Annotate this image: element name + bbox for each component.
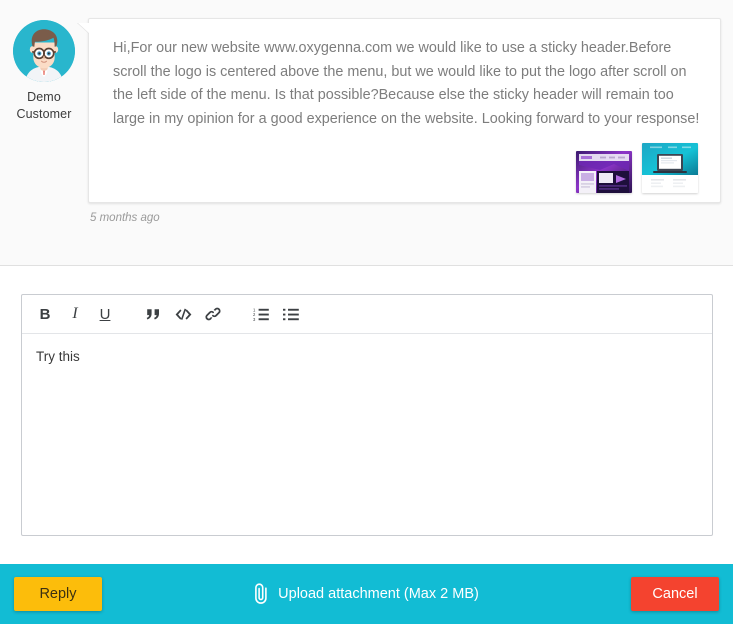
message-item: Demo Customer Hi,For our new website www…	[0, 0, 733, 224]
ordered-list-icon[interactable]: 1 2 3	[247, 300, 275, 328]
message-attachments	[113, 143, 700, 193]
person-with-glasses-avatar[interactable]	[13, 20, 75, 82]
toolbar-gap-1	[120, 314, 138, 315]
upload-attachment-label[interactable]: Upload attachment (Max 2 MB)	[278, 586, 479, 602]
reply-button[interactable]: Reply	[14, 577, 102, 611]
bold-icon[interactable]: B	[31, 300, 59, 328]
italic-icon[interactable]: I	[61, 300, 89, 328]
upload-attachment-control: Upload attachment (Max 2 MB)	[0, 583, 733, 605]
attachment-thumbnail-2[interactable]	[642, 143, 698, 193]
blockquote-icon[interactable]	[139, 300, 167, 328]
message-author: Demo Customer	[0, 0, 88, 123]
message-bubble: Hi,For our new website www.oxygenna.com …	[78, 18, 721, 203]
underline-icon[interactable]: U	[91, 300, 119, 328]
code-icon[interactable]	[169, 300, 197, 328]
paperclip-icon[interactable]	[254, 583, 269, 605]
reply-editor-area: B I U 1 2 3 Try this	[0, 267, 733, 564]
reply-compose-input[interactable]: Try this	[22, 334, 712, 535]
message-bubble-wrapper: Hi,For our new website www.oxygenna.com …	[78, 18, 721, 224]
support-ticket-reply-panel: Demo Customer Hi,For our new website www…	[0, 0, 733, 624]
bubble-pointer-icon	[78, 23, 90, 34]
author-name: Demo Customer	[16, 90, 72, 121]
conversation-thread: Demo Customer Hi,For our new website www…	[0, 0, 733, 266]
link-icon[interactable]	[199, 300, 227, 328]
message-body: Hi,For our new website www.oxygenna.com …	[113, 40, 700, 127]
message-timestamp: 5 months ago	[90, 212, 160, 224]
action-bar: Upload attachment (Max 2 MB) Reply Cance…	[0, 564, 733, 624]
toolbar-gap-2	[228, 314, 246, 315]
attachment-thumbnail-1[interactable]	[576, 151, 632, 193]
rich-text-editor: B I U 1 2 3 Try this	[21, 294, 713, 536]
cancel-button[interactable]: Cancel	[631, 577, 719, 611]
unordered-list-icon[interactable]	[277, 300, 305, 328]
editor-toolbar: B I U 1 2 3	[22, 295, 712, 334]
svg-text:3: 3	[253, 316, 256, 320]
